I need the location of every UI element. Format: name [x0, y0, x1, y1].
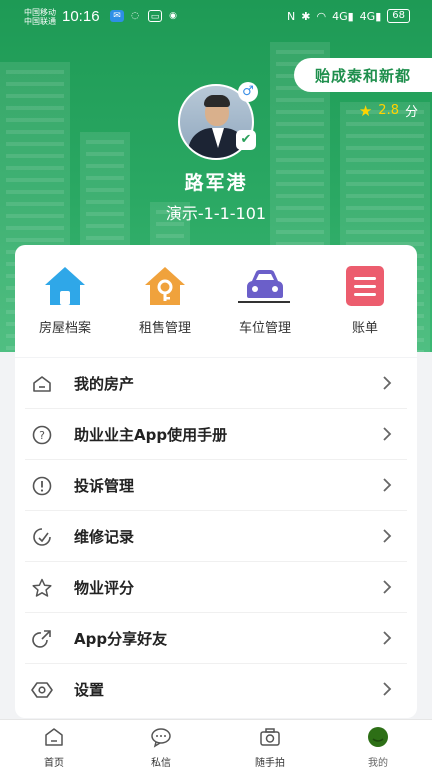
menu-item-label: 助业业主App使用手册: [74, 426, 228, 444]
menu-item-complaints[interactable]: 投诉管理: [25, 460, 407, 511]
chevron-right-icon: [383, 682, 392, 696]
profile-tab-icon: [368, 727, 388, 747]
tab-snapshot[interactable]: 随手拍: [230, 726, 310, 768]
menu-item-user-manual[interactable]: ? 助业业主App使用手册: [25, 409, 407, 460]
chevron-right-icon: [383, 478, 392, 492]
tab-label: 随手拍: [255, 758, 285, 768]
bill-icon: [342, 263, 388, 309]
message-tab-icon: [151, 728, 171, 748]
menu-item-label: 投诉管理: [74, 477, 135, 495]
bottom-tab-bar: 首页 私信 随手拍 我的: [0, 719, 432, 768]
tab-label: 我的: [368, 758, 388, 768]
tab-messages[interactable]: 私信: [121, 726, 201, 768]
verified-icon: ✔: [236, 130, 256, 150]
tab-label: 私信: [151, 758, 171, 768]
carrier-labels: 中国移动 中国联通: [24, 8, 56, 26]
status-bar: 中国移动 中国联通 10:16 ✉ ◌ ▭ ◉ N ✱ ◠ 4G▮ 4G▮ 68: [0, 0, 432, 34]
alert-circle-icon: [32, 476, 52, 496]
menu-item-my-property[interactable]: 我的房产: [25, 358, 407, 409]
quick-action-house-records[interactable]: 房屋档案: [15, 263, 115, 336]
selected-indicator: [238, 301, 290, 303]
menu-item-label: 维修记录: [74, 528, 135, 546]
chevron-right-icon: [383, 580, 392, 594]
male-icon: ♂: [238, 82, 258, 102]
quick-action-label: 车位管理: [238, 321, 291, 336]
menu-item-label: 设置: [74, 681, 105, 699]
menu-item-property-rating[interactable]: 物业评分: [25, 562, 407, 613]
menu-list: 我的房产 ? 助业业主App使用手册 投诉管理 维修记录 物业评分 App分享好…: [15, 358, 417, 718]
user-room: 演示-1-1-101: [165, 204, 267, 223]
qq-icon: ◉: [169, 11, 177, 21]
carrier-1: 中国移动: [24, 8, 56, 17]
quick-action-label: 租售管理: [138, 321, 191, 336]
notification-app-icon: ✉: [110, 10, 124, 22]
menu-item-share-app[interactable]: App分享好友: [25, 613, 407, 664]
camera-tab-icon: [260, 728, 280, 746]
system-indicators: N ✱ ◠ 4G▮ 4G▮ 68: [287, 9, 410, 23]
signal-icon-2: 4G▮: [359, 9, 382, 23]
menu-item-label: 我的房产: [74, 375, 135, 393]
battery-indicator: 68: [387, 9, 410, 23]
quick-action-bill[interactable]: 账单: [315, 263, 415, 336]
tab-profile[interactable]: 我的: [338, 726, 418, 768]
chevron-right-icon: [383, 427, 392, 441]
wifi-icon: ◠: [316, 9, 327, 23]
chevron-right-icon: [383, 529, 392, 543]
share-icon: [32, 630, 51, 648]
bluetooth-icon: ✱: [301, 9, 311, 23]
tab-home[interactable]: 首页: [14, 726, 94, 768]
wechat-icon: ◌: [131, 11, 139, 21]
menu-item-settings[interactable]: 设置: [25, 664, 407, 715]
community-switcher[interactable]: 贻成泰和新都: [294, 58, 432, 92]
message-icon: ▭: [148, 10, 162, 22]
house-icon: [42, 263, 88, 309]
user-name: 路军港: [184, 172, 248, 194]
quick-action-label: 账单: [351, 321, 378, 336]
menu-item-label: App分享好友: [74, 630, 168, 648]
settings-icon: [31, 682, 53, 698]
menu-item-repair-records[interactable]: 维修记录: [25, 511, 407, 562]
rating-value: 2.8: [378, 103, 399, 118]
menu-item-label: 物业评分: [74, 579, 135, 597]
quick-action-rent-sale[interactable]: 租售管理: [115, 263, 215, 336]
star-outline-icon: [32, 578, 52, 597]
signal-icon-1: 4G▮: [332, 9, 354, 23]
chevron-right-icon: [383, 631, 392, 645]
carrier-2: 中国联通: [24, 17, 56, 26]
home-tab-icon: [45, 728, 63, 746]
star-icon: ★: [358, 101, 373, 120]
quick-action-parking[interactable]: 车位管理: [215, 263, 315, 336]
clock: 10:16: [62, 8, 100, 25]
chevron-right-icon: [383, 376, 392, 390]
quick-actions-card: 房屋档案 租售管理 车位管理 账单: [15, 245, 417, 357]
quick-action-label: 房屋档案: [38, 321, 91, 336]
home-outline-icon: [33, 376, 51, 392]
help-circle-icon: ?: [32, 425, 52, 445]
key-house-icon: [142, 263, 188, 309]
property-rating: ★ 2.8 分: [358, 101, 418, 121]
tab-label: 首页: [44, 758, 64, 768]
svg-text:?: ?: [39, 429, 45, 442]
wrench-icon: [33, 528, 51, 546]
nfc-icon: N: [287, 9, 296, 23]
rating-unit: 分: [404, 105, 418, 120]
